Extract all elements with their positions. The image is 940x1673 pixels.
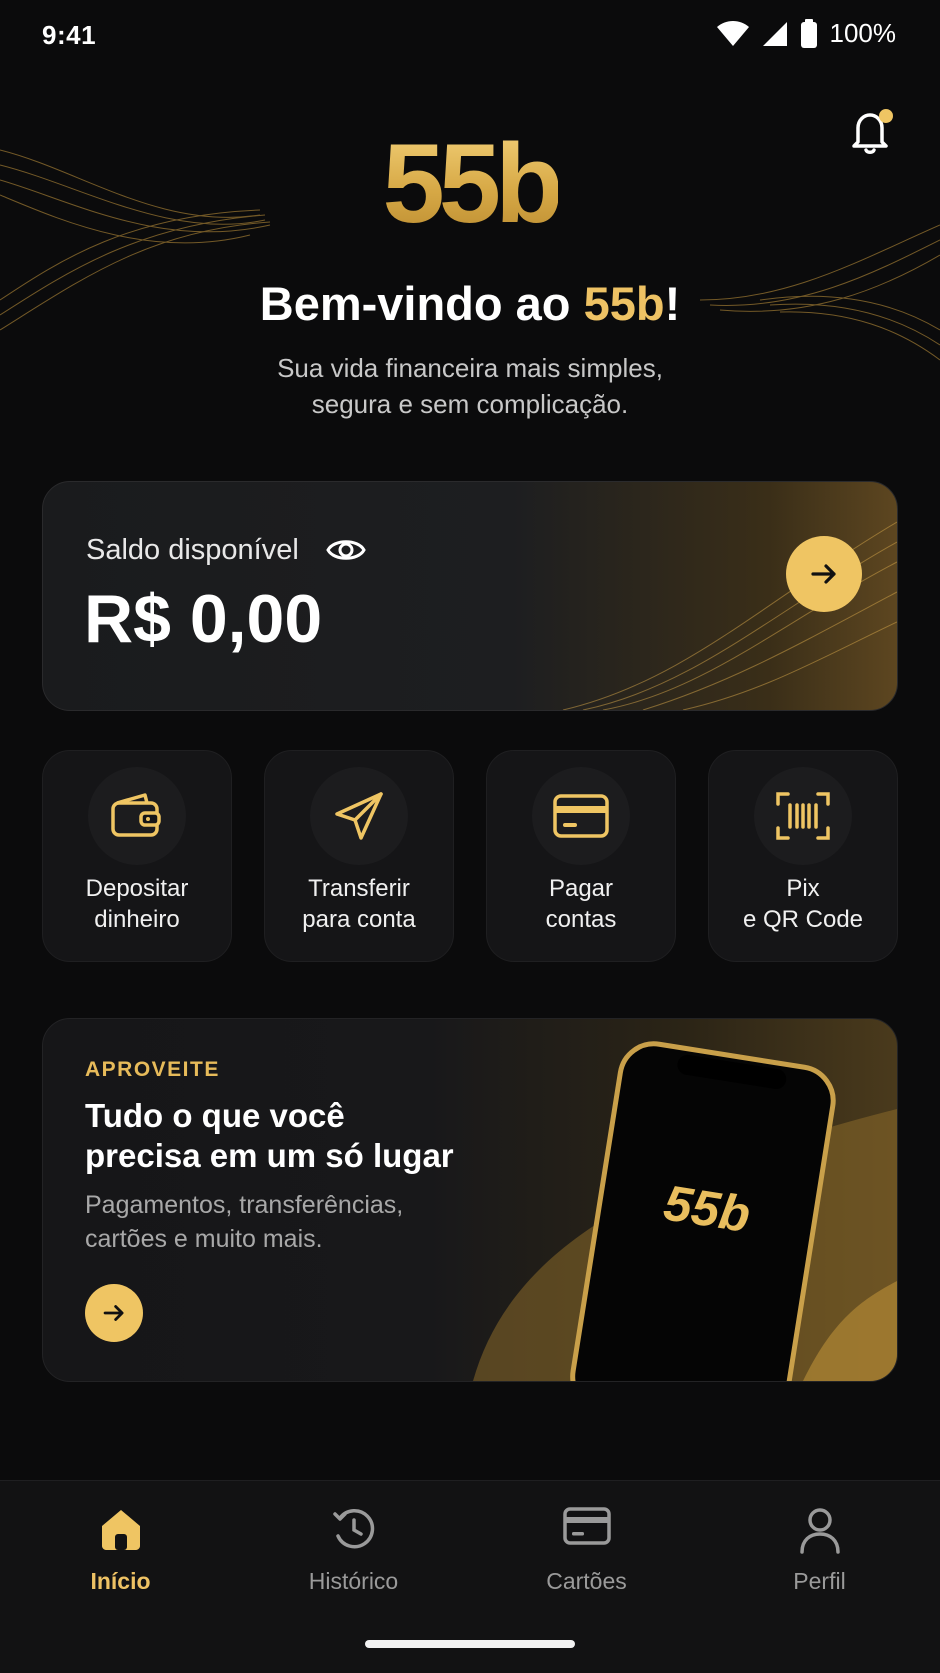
battery-percent: 100%: [829, 18, 897, 48]
nav-label: Cartões: [546, 1568, 627, 1594]
nav-profile[interactable]: Perfil: [702, 1502, 937, 1612]
promo-title: Tudo o que você precisa em um só lugar: [85, 1097, 454, 1174]
nav-label: Início: [90, 1568, 151, 1594]
action-label: Pagar: [548, 875, 614, 902]
wifi-icon: [716, 20, 749, 46]
nav-cards[interactable]: Cartões: [469, 1502, 704, 1612]
welcome-title: Bem-vindo ao 55b!: [259, 277, 681, 330]
balance-label: Saldo disponível: [86, 534, 299, 566]
action-label: Pix: [786, 875, 820, 902]
welcome-subtitle: Sua vida financeira mais simples, segura…: [277, 353, 663, 419]
nav-label: Histórico: [308, 1568, 399, 1594]
signal-icon: [762, 21, 787, 46]
arrow-right-icon: [811, 564, 836, 584]
nav-label: Perfil: [793, 1568, 846, 1594]
qr-scan-icon: [776, 792, 830, 840]
home-icon: [101, 1510, 140, 1550]
brand-logo: 55b: [382, 121, 564, 246]
battery-icon: [800, 18, 817, 48]
card-icon: [553, 794, 609, 838]
action-label: Depositar: [85, 875, 189, 902]
action-deposit[interactable]: Depositar dinheiro: [42, 750, 232, 962]
action-label: Transferir: [308, 875, 410, 902]
promo-description: Pagamentos, transferências, cartões e mu…: [85, 1191, 404, 1253]
arrow-right-icon: [103, 1305, 124, 1321]
promo-button[interactable]: [85, 1284, 143, 1342]
history-icon: [332, 1508, 374, 1549]
promo-eyebrow: APROVEITE: [85, 1058, 220, 1081]
balance-details-button[interactable]: [786, 536, 862, 612]
status-icons: 100%: [716, 18, 897, 49]
action-pay-bills[interactable]: Pagar contas: [486, 750, 676, 962]
card-icon: [562, 1507, 611, 1545]
user-icon: [799, 1508, 840, 1554]
home-indicator[interactable]: [365, 1640, 575, 1648]
nav-history[interactable]: Histórico: [236, 1502, 471, 1612]
paper-plane-icon: [335, 792, 383, 840]
balance-value: R$ 0,00: [84, 581, 323, 657]
status-time: 9:41: [42, 20, 97, 50]
action-transfer[interactable]: Transferir para conta: [264, 750, 454, 962]
wallet-icon: [111, 793, 161, 837]
action-pix-qr[interactable]: Pix e QR Code: [708, 750, 898, 962]
eye-icon[interactable]: [326, 532, 366, 568]
nav-home[interactable]: Início: [3, 1502, 238, 1612]
